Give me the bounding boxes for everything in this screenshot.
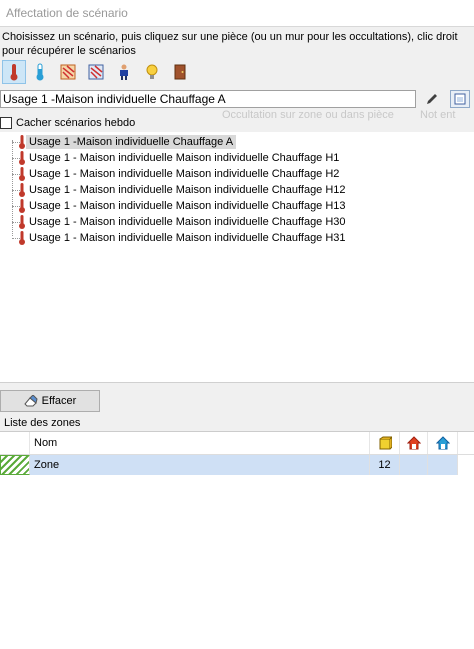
tree-item[interactable]: Usage 1 - Maison individuelle Maison ind… (18, 214, 349, 230)
ventilation-icon (60, 64, 76, 80)
thermometer-heat-icon (19, 231, 25, 245)
thermometer-heat-icon (19, 167, 25, 181)
occupant-button[interactable] (112, 60, 136, 84)
thermometer-heat-icon (19, 151, 25, 165)
header-volume-col[interactable] (370, 432, 400, 454)
header-heat-house-col[interactable] (400, 432, 428, 454)
thermometer-heat-icon (19, 135, 25, 149)
thermometer-heat-icon (19, 215, 25, 229)
occultation-button[interactable] (168, 60, 192, 84)
tree-item[interactable]: Usage 1 - Maison individuelle Maison ind… (18, 198, 349, 214)
thermometer-heat-icon (19, 199, 25, 213)
ghost-occultation-text: Occultation sur zone ou dans pièce (222, 109, 394, 121)
pencil-icon (427, 94, 437, 104)
separator (0, 382, 474, 383)
thermometer-cool-icon (36, 63, 44, 81)
table-row[interactable]: Zone 12 (0, 455, 458, 475)
ghost-not-ent-text: Not ent (420, 109, 456, 121)
title-bar: Affectation de scénario (0, 0, 474, 27)
zone-heat-cell[interactable] (400, 455, 428, 475)
zone-volume-cell: 12 (370, 455, 400, 475)
clear-button-label: Effacer (41, 395, 77, 407)
header-name[interactable]: Nom (30, 432, 370, 454)
ventilation-alt-button[interactable] (84, 60, 108, 84)
zones-grid-header: Nom (0, 432, 474, 455)
thermometer-heat-icon (10, 64, 18, 81)
hide-weekly-checkbox[interactable] (0, 117, 12, 129)
scenario-type-toolbar (0, 60, 474, 86)
tree-item[interactable]: Usage 1 - Maison individuelle Maison ind… (18, 150, 342, 166)
tree-item[interactable]: Usage 1 - Maison individuelle Maison ind… (18, 166, 342, 182)
zone-name-cell: Zone (30, 455, 370, 475)
lighting-button[interactable] (140, 60, 164, 84)
thermometer-heat-icon (19, 183, 25, 197)
window-icon (454, 93, 466, 105)
thermometer-heat-button[interactable] (2, 60, 26, 84)
ventilation-button[interactable] (56, 60, 80, 84)
lighting-bulb-icon (146, 64, 158, 79)
hide-weekly-row[interactable]: Cacher scénarios hebdo (0, 116, 135, 130)
clear-button[interactable]: Effacer (0, 390, 100, 412)
thermometer-cool-button[interactable] (28, 60, 52, 84)
cube-volume-icon (379, 436, 392, 450)
zones-grid[interactable]: Nom Zone 12 (0, 431, 474, 649)
door-occultation-icon (174, 64, 186, 80)
ventilation-alt-icon (88, 64, 104, 80)
occupant-icon (120, 64, 128, 80)
tree-item[interactable]: Usage 1 - Maison individuelle Maison ind… (18, 230, 349, 246)
selected-scenario-field[interactable]: Usage 1 -Maison individuelle Chauffage A (0, 90, 416, 108)
house-cooling-icon (435, 436, 450, 450)
tree-item[interactable]: Usage 1 - Maison individuelle Maison ind… (18, 182, 349, 198)
window-title: Affectation de scénario (6, 6, 128, 20)
house-heating-icon (406, 436, 421, 450)
header-cool-house-col[interactable] (428, 432, 458, 454)
hide-weekly-label: Cacher scénarios hebdo (16, 117, 136, 129)
zones-list-label: Liste des zones (4, 417, 81, 429)
eraser-icon (23, 395, 38, 407)
edit-scenario-button[interactable] (422, 90, 442, 108)
instructions-text: Choisissez un scénario, puis cliquez sur… (2, 31, 458, 57)
zone-color-swatch (0, 455, 30, 475)
zone-cool-cell[interactable] (428, 455, 458, 475)
header-swatch-col (0, 432, 30, 454)
scenario-tree[interactable]: Usage 1 -Maison individuelle Chauffage A… (0, 132, 474, 382)
tree-item[interactable]: Usage 1 -Maison individuelle Chauffage A (18, 134, 237, 150)
scenario-library-button[interactable] (450, 90, 470, 108)
